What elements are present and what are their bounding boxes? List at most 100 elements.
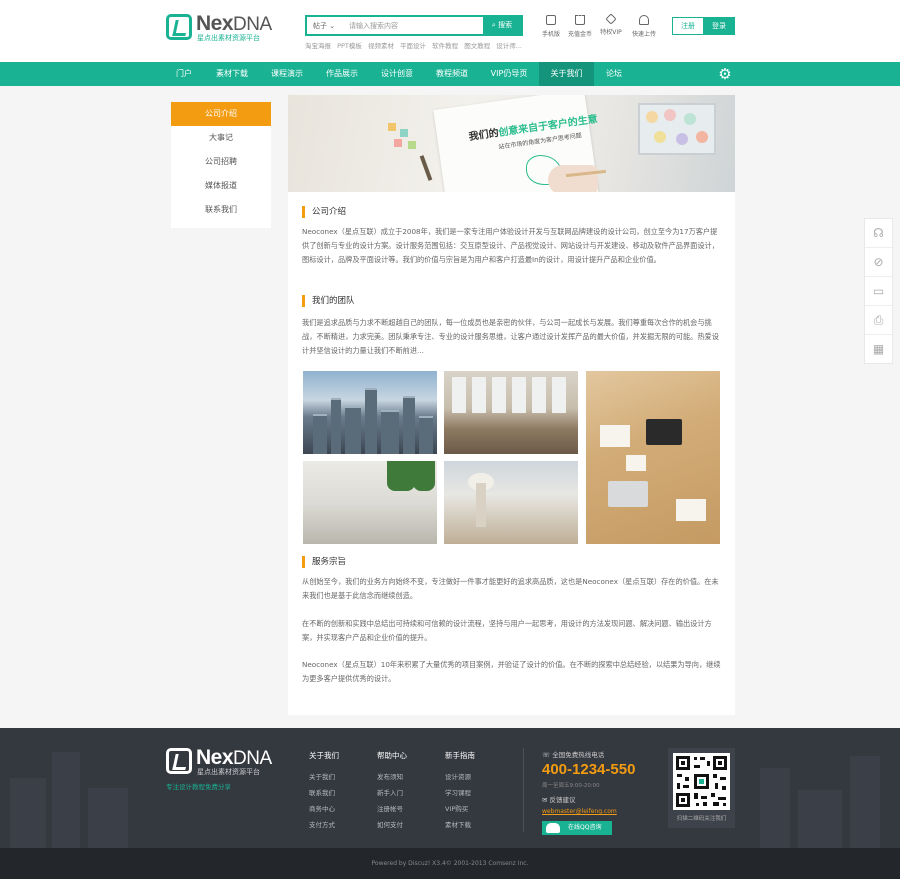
banner-palette [638,103,716,155]
hotword-link[interactable]: 设计师... [496,42,522,50]
nav-item-tutorials[interactable]: 教程频道 [429,62,475,86]
footer-link[interactable]: 注册帐号 [377,801,437,817]
main-nav: 门户 素材下载 课程演示 作品展示 设计创意 教程频道 VIP仍导页 关于我们 … [0,62,900,86]
quick-link-recharge[interactable]: 充值金币 [565,15,595,38]
mobile-icon [546,15,556,25]
phone-icon: ☏ [542,751,551,759]
service-paragraph-3: Neoconex（星点互联）10年来积累了大量优秀的项目案例，并验证了设计的价值… [302,660,721,683]
photo-office-decor [444,461,578,544]
nav-item-vip[interactable]: VIP仍导页 [484,62,534,86]
sidebar-item-media[interactable]: 媒体报道 [171,174,271,198]
footer-link[interactable]: 学习课程 [445,785,505,801]
footer-link[interactable]: 新手入门 [377,785,437,801]
crown-icon [575,15,585,25]
register-button[interactable]: 注册 [672,17,704,35]
nav-item-creative[interactable]: 设计创意 [374,62,420,86]
qr-caption: 扫描二维码关注我们 [676,816,727,822]
footer-divider [523,748,524,832]
service-hours: 周一至周五9:00-20:00 [542,783,600,789]
section-title-intro: 公司介绍 [302,206,346,218]
quick-link-upload[interactable]: 快速上传 [629,15,659,38]
hotword-link[interactable]: 平面设计 [400,42,426,50]
footer-link[interactable]: 联系我们 [309,785,369,801]
footer-logo[interactable]: NexDNA 星点出素材资源平台 [166,746,276,779]
site-footer: NexDNA 星点出素材资源平台 专注设计教程免费分享 关于我们 关于我们 联系… [0,728,900,848]
service-paragraph-2: 在不断的创新和实践中总结出可持续和可信赖的设计流程，坚持与用户一起思考，用设计的… [302,619,712,642]
qrcode-icon[interactable]: ▦ [865,335,892,364]
hotword-link[interactable]: 软件教程 [432,42,458,50]
inbox-icon[interactable]: ▭ [865,277,892,306]
main-content: 我们的创意来自于客户的生意 站在市场的角度为客户思考问题 公司介绍 Neocon… [288,95,735,715]
footer-link[interactable]: 发布须知 [377,769,437,785]
search-box: 帖子 ⌄ ⌕ 搜索 [305,15,523,36]
nav-item-forum[interactable]: 论坛 [598,62,630,86]
photo-office-desks [303,461,437,544]
sidebar-item-careers[interactable]: 公司招聘 [171,150,271,174]
quick-link-mobile[interactable]: 手机版 [536,15,566,38]
floating-toolbar: ☊ ⊘ ▭ ⎙ ▦ [864,218,893,364]
search-input[interactable] [349,19,479,33]
nav-item-downloads[interactable]: 素材下载 [209,62,255,86]
headset-icon[interactable]: ☊ [865,219,892,248]
gear-icon[interactable]: ⚙ [717,66,733,82]
sidebar-item-milestones[interactable]: 大事记 [171,126,271,150]
team-paragraph: 我们是追求品质与力求不断超越自己的团队，每一位成员也是亲密的伙伴，与公司一起成长… [302,318,719,355]
footer-skyline [798,790,842,848]
footer-skyline [850,756,880,848]
site-header: NexDNA 星点出素材资源平台 帖子 ⌄ ⌕ 搜索 淘宝海报 PPT模板 视频… [0,0,900,62]
feedback-label: ✉ 反馈建议 [542,796,576,804]
hotword-link[interactable]: 视频素材 [368,42,394,50]
decor-cube [400,129,408,137]
printer-icon[interactable]: ⎙ [865,306,892,335]
nav-item-works[interactable]: 作品展示 [319,62,365,86]
sidebar-item-contact[interactable]: 联系我们 [171,198,271,222]
footer-skyline [760,768,790,848]
footer-link[interactable]: 素材下载 [445,817,505,833]
copyright-bar: Powered by Discuz! X3.4© 2001-2013 Comse… [0,848,900,879]
cloud-upload-icon [639,15,649,25]
footer-slogan: 专注设计教程免费分享 [166,783,231,791]
hotline-number: 400-1234-550 [542,761,636,778]
feedback-email-link[interactable]: webmaster@leifeng.com [542,808,617,815]
search-scope-select[interactable]: 帖子 ⌄ [313,21,335,31]
compass-icon[interactable]: ⊘ [865,248,892,277]
footer-column-title: 新手指南 [445,751,475,760]
photo-meeting-room [444,371,578,454]
qr-code-image [673,753,730,810]
photo-city-skyline [303,371,437,454]
search-icon: ⌕ [491,21,496,29]
feedback-icon: ✉ [542,796,548,804]
sidebar-item-company-intro[interactable]: 公司介绍 [171,102,271,126]
logo-brand-suffix: DNA [233,14,272,35]
hotword-link[interactable]: 淘宝海报 [305,42,331,50]
about-banner: 我们的创意来自于客户的生意 站在市场的角度为客户思考问题 [288,95,735,192]
banner-hand [548,165,598,192]
logo-icon [166,14,192,40]
login-button[interactable]: 登录 [703,17,735,35]
site-logo[interactable]: NexDNA 星点出素材资源平台 [166,12,276,45]
hotword-link[interactable]: 图文教程 [464,42,490,50]
search-button[interactable]: ⌕ 搜索 [483,17,521,34]
footer-link[interactable]: VIP购买 [445,801,505,817]
footer-link[interactable]: 如何支付 [377,817,437,833]
nav-item-demos[interactable]: 课程演示 [264,62,310,86]
footer-link[interactable]: 关于我们 [309,769,369,785]
nav-item-portal[interactable]: 门户 [168,62,200,86]
footer-skyline [52,752,80,848]
qq-consult-button[interactable]: 在线QQ咨询 [542,821,612,835]
decor-cube [388,123,396,131]
footer-skyline [88,788,128,848]
footer-link[interactable]: 商务中心 [309,801,369,817]
quick-link-vip[interactable]: 特权VIP [596,13,626,36]
hotword-link[interactable]: PPT模板 [337,42,362,50]
footer-link[interactable]: 支付方式 [309,817,369,833]
footer-skyline [10,778,46,848]
footer-link[interactable]: 设计资源 [445,769,505,785]
footer-column-guide: 新手指南 设计资源 学习课程 VIP购买 素材下载 [445,750,505,833]
hotline-label: ☏ 全国免费热线电话 [542,751,605,759]
hot-search-words: 淘宝海报 PPT模板 视频素材 平面设计 软件教程 图文教程 设计师... [305,40,526,50]
service-paragraph-1: 从创始至今，我们的业务方向始终不变，专注做好一件事才能更好的追求高品质，这也是N… [302,577,719,600]
nav-item-about[interactable]: 关于我们 [539,62,594,86]
footer-column-title: 关于我们 [309,751,339,760]
footer-column-about: 关于我们 关于我们 联系我们 商务中心 支付方式 [309,750,369,833]
